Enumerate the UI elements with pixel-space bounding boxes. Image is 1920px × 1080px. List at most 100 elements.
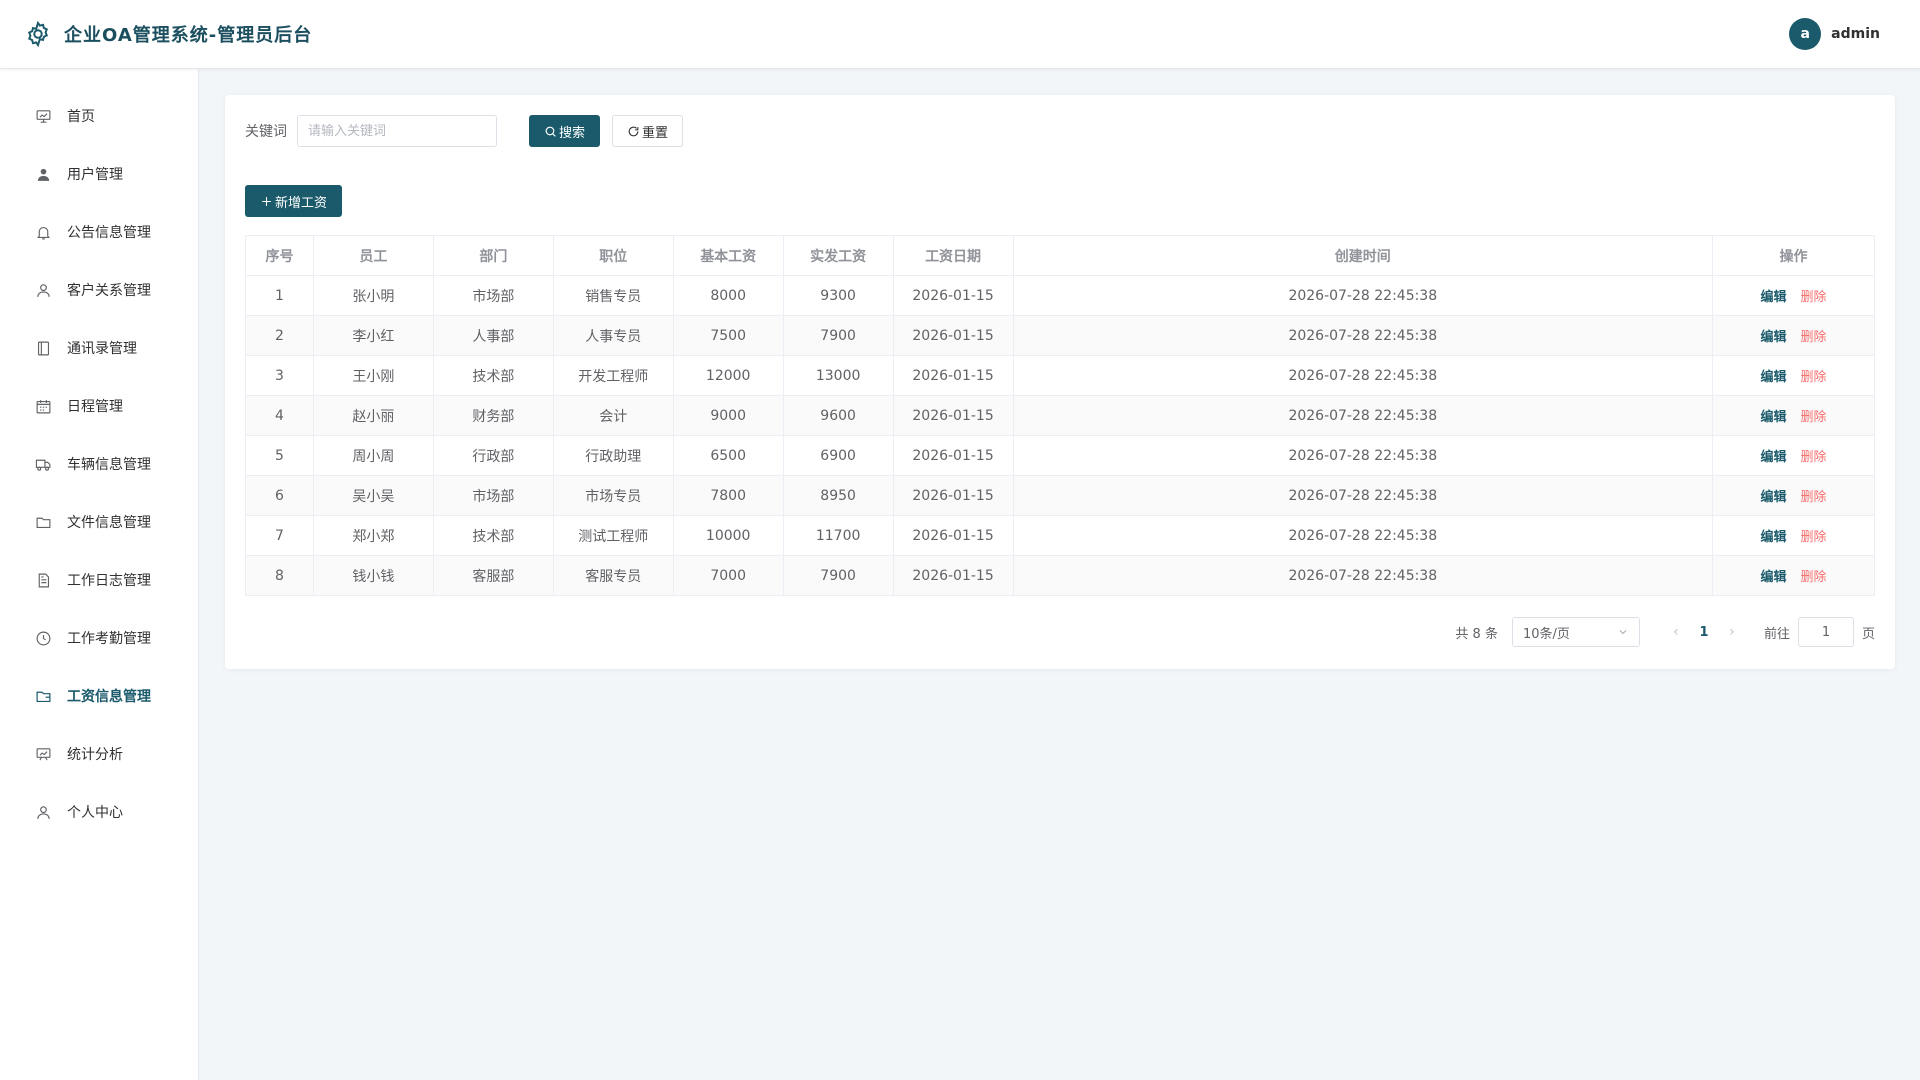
table-cell: 技术部 — [432, 355, 554, 396]
table-cell: 市场部 — [432, 475, 554, 516]
edit-button[interactable]: 编辑 — [1761, 490, 1787, 505]
delete-button[interactable]: 删除 — [1801, 290, 1827, 305]
sidebar-item-label: 通讯录管理 — [67, 341, 137, 357]
table-cell: 李小红 — [312, 315, 434, 356]
edit-button[interactable]: 编辑 — [1761, 410, 1787, 425]
table-cell: 2026-01-15 — [892, 435, 1014, 476]
sidebar-item-contacts[interactable]: 通讯录管理 — [0, 319, 198, 377]
table-row: 1 张小明 市场部 销售专员 8000 9300 2026-01-15 2026-07-28 … — [245, 275, 1875, 316]
edit-button[interactable]: 编辑 — [1761, 370, 1787, 385]
table-cell: 8950 — [782, 475, 894, 516]
delete-button[interactable]: 删除 — [1801, 410, 1827, 425]
avatar[interactable]: a — [1789, 18, 1822, 50]
page-number[interactable]: 1 — [1688, 625, 1720, 640]
table-cell: 4 — [245, 395, 314, 436]
top-header: 企业OA管理系统-管理员后台 a admin — [0, 0, 1920, 69]
sidebar-item-label: 用户管理 — [67, 167, 123, 183]
edit-button[interactable]: 编辑 — [1761, 570, 1787, 585]
sidebar-item-schedule[interactable]: 日程管理 — [0, 377, 198, 435]
table-cell: 技术部 — [432, 515, 554, 556]
sidebar-item-label: 公告信息管理 — [67, 225, 151, 241]
folder-icon — [34, 513, 52, 531]
table-cell: 13000 — [782, 355, 894, 396]
sidebar-item-worklogs[interactable]: 工作日志管理 — [0, 551, 198, 609]
edit-button[interactable]: 编辑 — [1761, 530, 1787, 545]
table-cell: 2026-07-28 22:45:38 — [1012, 315, 1714, 356]
table-row: 6 吴小吴 市场部 市场专员 7800 8950 2026-01-15 2026-07-28 … — [245, 475, 1875, 516]
edit-button[interactable]: 编辑 — [1761, 330, 1787, 345]
sidebar-item-label: 客户关系管理 — [67, 283, 151, 299]
pagination: 共 8 条 10条/页 ‹ 1 › 前往 页 — [245, 616, 1875, 648]
table-row: 5 周小周 行政部 行政助理 6500 6900 2026-01-15 2026-07-28 … — [245, 435, 1875, 476]
column-header: 职位 — [552, 235, 674, 276]
search-button[interactable]: 搜索 — [529, 115, 601, 147]
table-cell: 郑小郑 — [312, 515, 434, 556]
username[interactable]: admin — [1831, 26, 1880, 42]
sidebar-item-home[interactable]: 首页 — [0, 87, 198, 145]
table-cell: 2026-07-28 22:45:38 — [1012, 555, 1714, 596]
sidebar-item-users[interactable]: 用户管理 — [0, 145, 198, 203]
keyword-input[interactable] — [297, 115, 497, 147]
table-cell: 开发工程师 — [552, 355, 674, 396]
table-cell: 吴小吴 — [312, 475, 434, 516]
table-cell: 2026-01-15 — [892, 555, 1014, 596]
page-size-select[interactable]: 10条/页 — [1511, 617, 1640, 647]
delete-button[interactable]: 删除 — [1801, 490, 1827, 505]
table-cell: 人事部 — [432, 315, 554, 356]
table-row: 8 钱小钱 客服部 客服专员 7000 7900 2026-01-15 2026-07-28 … — [245, 555, 1875, 596]
table-cell: 7800 — [672, 475, 784, 516]
table-row: 2 李小红 人事部 人事专员 7500 7900 2026-01-15 2026-07-28 … — [245, 315, 1875, 356]
table-cell: 2026-01-15 — [892, 275, 1014, 316]
row-actions: 编辑 删除 — [1712, 275, 1875, 316]
sidebar-item-customers[interactable]: 客户关系管理 — [0, 261, 198, 319]
table-cell: 6900 — [782, 435, 894, 476]
table-cell: 钱小钱 — [312, 555, 434, 596]
delete-button[interactable]: 删除 — [1801, 530, 1827, 545]
delete-button[interactable]: 删除 — [1801, 570, 1827, 585]
table-cell: 2026-07-28 22:45:38 — [1012, 275, 1714, 316]
column-header: 基本工资 — [672, 235, 784, 276]
column-header: 创建时间 — [1012, 235, 1714, 276]
reset-button-label: 重置 — [642, 125, 669, 141]
table-cell: 5 — [245, 435, 314, 476]
sidebar-item-label: 个人中心 — [67, 805, 123, 821]
chevron-down-icon — [1619, 630, 1627, 635]
column-header: 操作 — [1712, 235, 1875, 276]
edit-button[interactable]: 编辑 — [1761, 450, 1787, 465]
sidebar-item-salary[interactable]: 工资信息管理 — [0, 667, 198, 725]
salary-table: 序号 员工 部门 职位 基本工资 实发工资 工资日期 创建时间 操作 1 张小明市… — [245, 235, 1875, 596]
table-cell: 3 — [245, 355, 314, 396]
table-cell: 客服专员 — [552, 555, 674, 596]
table-cell: 2026-01-15 — [892, 395, 1014, 436]
edit-button[interactable]: 编辑 — [1761, 290, 1787, 305]
sidebar-item-statistics[interactable]: 统计分析 — [0, 725, 198, 783]
column-header: 部门 — [432, 235, 554, 276]
sidebar-item-attendance[interactable]: 工作考勤管理 — [0, 609, 198, 667]
user-menu[interactable]: a admin — [1789, 18, 1880, 50]
sidebar-item-vehicles[interactable]: 车辆信息管理 — [0, 435, 198, 493]
delete-button[interactable]: 删除 — [1801, 370, 1827, 385]
goto-page-input[interactable] — [1797, 617, 1854, 647]
delete-button[interactable]: 删除 — [1801, 450, 1827, 465]
page-size-value: 10条/页 — [1522, 626, 1570, 642]
sidebar-item-label: 文件信息管理 — [67, 515, 151, 531]
sidebar-item-notices[interactable]: 公告信息管理 — [0, 203, 198, 261]
next-page-button[interactable]: › — [1720, 624, 1744, 640]
sidebar-item-files[interactable]: 文件信息管理 — [0, 493, 198, 551]
user-icon — [34, 165, 52, 183]
table-cell: 9600 — [782, 395, 894, 436]
sidebar-item-label: 日程管理 — [67, 399, 123, 415]
table-cell: 1 — [245, 275, 314, 316]
table-cell: 会计 — [552, 395, 674, 436]
reset-button[interactable]: 重置 — [612, 115, 684, 147]
delete-button[interactable]: 删除 — [1801, 330, 1827, 345]
column-header: 员工 — [312, 235, 434, 276]
add-salary-button[interactable]: 新增工资 — [245, 185, 343, 217]
row-actions: 编辑 删除 — [1712, 435, 1875, 476]
row-actions: 编辑 删除 — [1712, 315, 1875, 356]
prev-page-button[interactable]: ‹ — [1664, 624, 1688, 640]
sidebar-item-profile[interactable]: 个人中心 — [0, 783, 198, 841]
table-cell: 人事专员 — [552, 315, 674, 356]
table-cell: 2026-01-15 — [892, 475, 1014, 516]
search-bar: 关键词 搜索 重置 — [245, 115, 1875, 147]
